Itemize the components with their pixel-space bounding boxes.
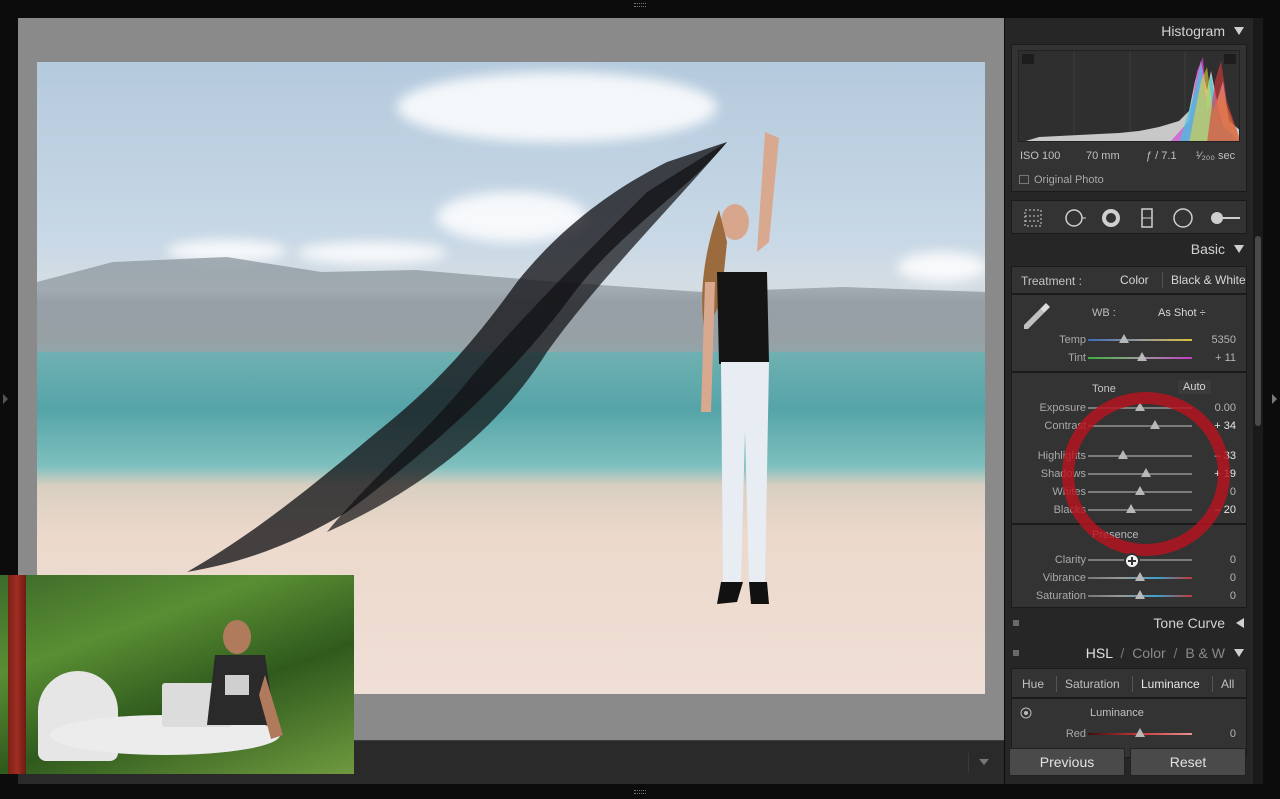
treatment-label: Treatment :: [1021, 274, 1082, 288]
tool-strip: [1011, 200, 1247, 234]
hsl-luminance-tab[interactable]: Luminance: [1141, 677, 1200, 691]
tint-slider[interactable]: Tint + 11: [1012, 349, 1248, 367]
left-panel-toggle-icon[interactable]: [3, 394, 8, 404]
slider-knob-icon[interactable]: [1119, 334, 1130, 343]
wb-dropdown[interactable]: As Shot ÷: [1158, 307, 1206, 319]
luminance-title: Luminance: [1090, 707, 1144, 719]
histogram-box: ISO 100 70 mm ƒ / 7.1 ¹⁄₂₀₀ sec Original…: [1011, 44, 1247, 192]
webcam-overlay: [0, 575, 354, 774]
grid-crop-icon[interactable]: [1022, 207, 1044, 229]
white-balance-section: WB : As Shot ÷ Temp 5350 Tint + 11: [1011, 294, 1247, 372]
slider-knob-icon[interactable]: [1135, 728, 1145, 737]
radial-filter-icon[interactable]: [1172, 207, 1194, 229]
graduated-filter-icon[interactable]: [1136, 207, 1158, 229]
basic-header[interactable]: Basic: [1005, 236, 1253, 262]
red-luminance-slider[interactable]: Red 0: [1012, 725, 1248, 743]
focal-length-readout: 70 mm: [1086, 150, 1120, 162]
treatment-bw-option[interactable]: Black & White: [1171, 273, 1246, 287]
collapse-triangle-icon[interactable]: [1234, 27, 1244, 35]
collapse-triangle-icon[interactable]: [1234, 649, 1244, 657]
treatment-row: Treatment : Color Black & White: [1011, 266, 1247, 294]
scrollbar-thumb[interactable]: [1255, 236, 1261, 426]
bottom-panel-toggle[interactable]: [634, 790, 646, 796]
spot-removal-icon[interactable]: [1064, 207, 1086, 229]
auto-tone-button[interactable]: Auto: [1178, 380, 1211, 394]
panel-switch-icon[interactable]: [1013, 650, 1019, 656]
hsl-tab[interactable]: HSL: [1086, 645, 1113, 661]
lightroom-window: Histogram ISO 100 70 mm ƒ / 7.1 ¹⁄₂₀₀ se…: [0, 0, 1280, 799]
hand-cursor-icon: [1124, 553, 1140, 569]
aperture-readout: ƒ / 7.1: [1146, 150, 1177, 162]
treatment-color-option[interactable]: Color: [1120, 273, 1149, 287]
histogram-title: Histogram: [1161, 23, 1225, 39]
target-adjust-icon[interactable]: [1020, 707, 1032, 719]
slider-knob-icon[interactable]: [1135, 590, 1145, 599]
saturation-slider[interactable]: Saturation 0: [1012, 587, 1248, 605]
histogram-graph[interactable]: [1018, 50, 1240, 142]
iso-readout: ISO 100: [1020, 150, 1061, 162]
tone-curve-header[interactable]: Tone Curve: [1005, 610, 1253, 636]
panel-switch-icon[interactable]: [1013, 620, 1019, 626]
wb-label: WB :: [1092, 307, 1116, 319]
slider-knob-icon[interactable]: [1137, 352, 1148, 361]
histogram-header[interactable]: Histogram: [1005, 18, 1253, 44]
checkbox-icon[interactable]: [1019, 175, 1029, 184]
color-tab[interactable]: Color: [1132, 645, 1165, 661]
hsl-saturation-tab[interactable]: Saturation: [1065, 677, 1120, 691]
previous-button[interactable]: Previous: [1009, 748, 1125, 776]
toolbar-menu-chevron-icon[interactable]: [968, 753, 994, 773]
model-figure: [701, 132, 779, 604]
red-eye-icon[interactable]: [1100, 207, 1122, 229]
hsl-hue-tab[interactable]: Hue: [1022, 677, 1044, 691]
adjustment-brush-icon[interactable]: [1208, 207, 1242, 229]
tone-title: Tone: [1092, 383, 1116, 395]
right-panel-toggle-icon[interactable]: [1272, 394, 1277, 404]
annotation-circle: [1062, 392, 1230, 556]
slider-knob-icon[interactable]: [1135, 572, 1145, 581]
shutter-readout: ¹⁄₂₀₀ sec: [1196, 150, 1236, 162]
hsl-all-tab[interactable]: All: [1221, 677, 1234, 691]
expand-triangle-icon[interactable]: [1236, 618, 1244, 628]
collapse-triangle-icon[interactable]: [1234, 245, 1244, 253]
temp-slider[interactable]: Temp 5350: [1012, 331, 1248, 349]
panel-scrollbar[interactable]: [1253, 18, 1263, 784]
top-panel-toggle[interactable]: [634, 3, 646, 9]
hsl-subtabs: Hue Saturation Luminance All: [1011, 668, 1247, 698]
tone-curve-title: Tone Curve: [1153, 615, 1225, 631]
reset-button[interactable]: Reset: [1130, 748, 1246, 776]
eyedropper-icon[interactable]: [1020, 301, 1052, 331]
hsl-header[interactable]: HSL / Color / B & W: [1005, 640, 1253, 666]
basic-title: Basic: [1190, 241, 1225, 257]
bw-tab[interactable]: B & W: [1185, 645, 1225, 661]
original-photo-toggle[interactable]: Original Photo: [1019, 174, 1104, 186]
vibrance-slider[interactable]: Vibrance 0: [1012, 569, 1248, 587]
